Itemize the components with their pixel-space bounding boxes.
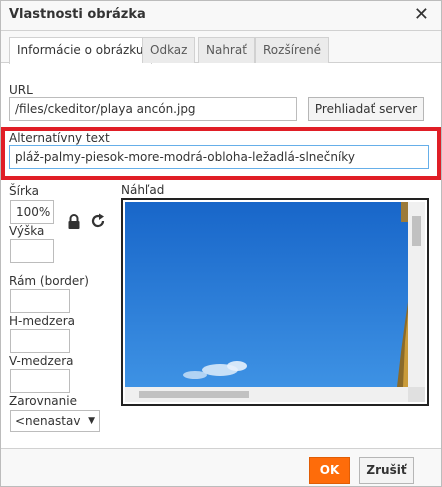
height-input[interactable] (10, 239, 54, 263)
tab-link[interactable]: Odkaz (142, 37, 196, 63)
preview-image (125, 202, 408, 387)
width-input[interactable]: 100% (10, 200, 54, 224)
tab-advanced[interactable]: Rozšírené (255, 37, 330, 63)
preview-box (121, 198, 429, 406)
preview-horizontal-scrollbar[interactable] (125, 387, 408, 402)
tab-bar: Informácie o obrázku Odkaz Nahrať Rozšír… (1, 31, 441, 64)
lock-icon[interactable] (67, 214, 83, 230)
browse-server-button[interactable]: Prehliadať server (308, 97, 424, 121)
dialog-titlebar: Vlastnosti obrázka ✕ (1, 1, 441, 31)
vspace-label: V-medzera (9, 354, 74, 368)
border-input[interactable] (10, 289, 70, 313)
tab-image-info[interactable]: Informácie o obrázku (9, 37, 152, 64)
dialog-title: Vlastnosti obrázka (9, 7, 146, 22)
ok-button[interactable]: OK (309, 457, 350, 484)
vertical-scroll-thumb[interactable] (412, 216, 421, 246)
hspace-label: H-medzera (9, 314, 76, 328)
scrollbar-corner (408, 387, 425, 402)
horizontal-scroll-thumb[interactable] (139, 391, 249, 398)
alt-text-label: Alternatívny text (9, 131, 110, 145)
close-icon[interactable]: ✕ (414, 4, 429, 25)
dialog-footer: OK Zrušiť (1, 448, 441, 486)
tab-upload[interactable]: Nahrať (198, 37, 255, 63)
url-input[interactable]: /files/ckeditor/playa ancón.jpg (9, 97, 297, 121)
vspace-input[interactable] (10, 369, 70, 393)
cancel-button[interactable]: Zrušiť (359, 457, 414, 484)
align-label: Zarovnanie (9, 394, 77, 408)
preview-label: Náhľad (121, 183, 165, 197)
width-label: Šírka (9, 184, 39, 198)
image-properties-dialog: Vlastnosti obrázka ✕ Informácie o obrázk… (0, 0, 442, 487)
url-label: URL (9, 83, 33, 97)
reset-size-icon[interactable] (90, 213, 106, 229)
alt-text-input[interactable]: pláž-palmy-piesok-more-modrá-obloha-leža… (9, 145, 429, 169)
chevron-down-icon: ▼ (88, 416, 95, 426)
preview-vertical-scrollbar[interactable] (408, 202, 425, 387)
height-label: Výška (9, 224, 45, 238)
hspace-input[interactable] (10, 329, 70, 353)
align-select-value: <nenastav (15, 414, 81, 428)
border-label: Rám (border) (9, 274, 89, 288)
align-select[interactable]: <nenastav ▼ (10, 410, 100, 432)
